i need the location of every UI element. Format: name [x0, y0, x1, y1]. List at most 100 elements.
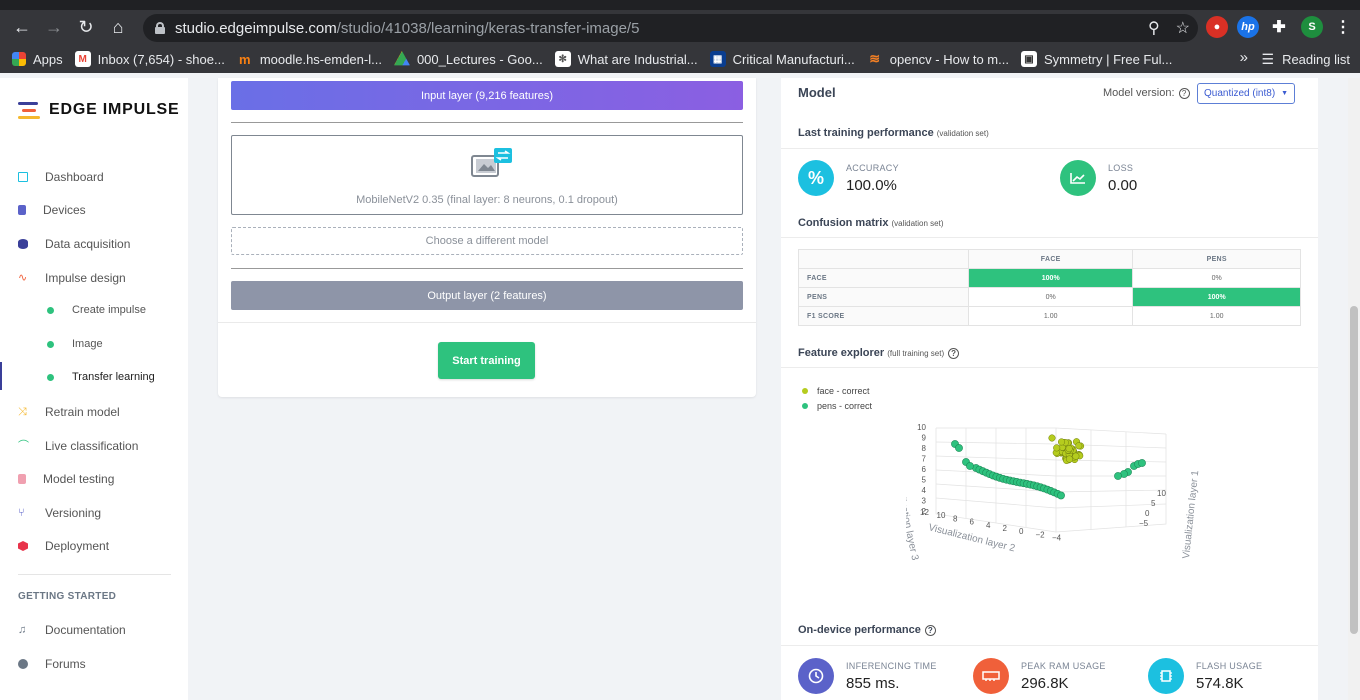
- bookmark-label: What are Industrial...: [577, 51, 698, 67]
- bookmark-opencv[interactable]: ≋ opencv - How to m...: [867, 51, 1009, 67]
- sidebar-item-live-classification[interactable]: ⌒ Live classification: [18, 439, 138, 453]
- bookmark-gmail[interactable]: M Inbox (7,654) - shoe...: [74, 51, 225, 67]
- input-layer-block[interactable]: Input layer (9,216 features): [231, 81, 743, 110]
- bookmark-lectures[interactable]: 000_Lectures - Goo...: [393, 51, 543, 67]
- model-version-label: Model version: ?: [1103, 87, 1190, 99]
- back-arrow-icon[interactable]: ←: [6, 14, 38, 42]
- sidebar-item-image[interactable]: Image: [47, 338, 103, 350]
- choose-model-button[interactable]: Choose a different model: [231, 227, 743, 255]
- tab-strip: [0, 0, 1360, 10]
- bookmark-label: opencv - How to m...: [889, 51, 1009, 67]
- help-icon[interactable]: ?: [924, 625, 936, 636]
- brand-logo[interactable]: EDGE IMPULSE: [18, 101, 180, 119]
- home-icon[interactable]: ⌂: [102, 14, 134, 42]
- sidebar-item-forums[interactable]: Forums: [18, 657, 86, 671]
- help-icon[interactable]: ?: [1178, 87, 1190, 99]
- bookmark-moodle[interactable]: m moodle.hs-emden-l...: [237, 51, 382, 67]
- bookmark-industrial[interactable]: ✻ What are Industrial...: [554, 51, 698, 67]
- bookmark-apps[interactable]: Apps: [12, 52, 63, 67]
- feature-explorer-3d-plot[interactable]: 1098765432 12 10 8 6 4 2 0 −2 −4 1050−5 Visualiz…: [906, 414, 1216, 564]
- axis-tick-label: 7: [922, 455, 927, 464]
- sidebar-item-deployment[interactable]: Deployment: [18, 539, 109, 553]
- bookmark-label: moodle.hs-emden-l...: [259, 51, 382, 67]
- section-divider: [781, 237, 1318, 238]
- scrollbar-thumb[interactable]: [1350, 306, 1358, 634]
- bookmark-symmetry[interactable]: ▣ Symmetry | Free Ful...: [1020, 51, 1172, 67]
- reload-icon[interactable]: ↻: [70, 14, 102, 42]
- row-header: PENS: [798, 287, 969, 307]
- sidebar: EDGE IMPULSE Dashboard Devices Data acqu…: [0, 78, 188, 700]
- data-point: [1138, 459, 1146, 467]
- axis-tick-label: 0: [1019, 527, 1024, 536]
- hp-extension-icon[interactable]: hp: [1237, 16, 1259, 38]
- address-bar[interactable]: studio.edgeimpulse.com/studio/41038/lear…: [143, 14, 1198, 42]
- bookmark-label: Apps: [33, 51, 63, 67]
- sidebar-item-data-acquisition[interactable]: Data acquisition: [18, 237, 130, 251]
- chat-bubbles-icon: [18, 659, 28, 669]
- book-icon: ♫: [18, 624, 27, 636]
- branch-icon: ⑂: [18, 507, 25, 519]
- package-icon: [18, 541, 28, 551]
- metric-label: LOSS: [1108, 162, 1134, 173]
- axis-tick-label: −5: [1139, 519, 1149, 528]
- metric-label: ACCURACY: [846, 162, 899, 173]
- help-icon[interactable]: ?: [948, 348, 960, 359]
- data-point: [1053, 444, 1061, 452]
- page-scrollbar[interactable]: [1348, 78, 1360, 700]
- browser-menu-icon[interactable]: ⋮: [1332, 16, 1354, 38]
- sidebar-item-transfer-learning[interactable]: Transfer learning: [47, 371, 155, 383]
- sidebar-item-documentation[interactable]: ♫ Documentation: [18, 623, 126, 637]
- legend-swatch: [802, 403, 808, 409]
- section-title: Last training performance: [798, 127, 934, 139]
- more-bookmarks-icon[interactable]: »: [1240, 49, 1248, 66]
- model-block[interactable]: MobileNetV2 0.35 (final layer: 8 neurons…: [231, 135, 743, 215]
- lock-icon: [155, 22, 165, 34]
- sidebar-item-versioning[interactable]: ⑂ Versioning: [18, 506, 101, 520]
- section-divider: [781, 148, 1318, 149]
- sidebar-item-model-testing[interactable]: Model testing: [18, 472, 114, 486]
- url-path: /studio/41038/learning/keras-transfer-im…: [336, 19, 640, 37]
- table-row: F1 SCORE 1.00 1.00: [798, 306, 1301, 326]
- legend-label: face - correct: [817, 386, 870, 396]
- section-divider: [781, 367, 1318, 368]
- axis-tick-label: 12: [920, 508, 929, 517]
- axis-tick-label: 5: [1151, 499, 1156, 508]
- bookmark-star-icon[interactable]: ☆: [1176, 18, 1190, 38]
- start-training-button[interactable]: Start training: [438, 342, 535, 379]
- legend-swatch: [802, 388, 808, 394]
- matrix-cell: 100%: [967, 268, 1134, 288]
- extensions-puzzle-icon[interactable]: ✚: [1268, 16, 1290, 38]
- metric-label: INFERENCING TIME: [846, 660, 937, 671]
- profile-avatar[interactable]: S: [1301, 16, 1323, 38]
- sidebar-item-label: Retrain model: [45, 405, 120, 419]
- page-icon: ▣: [1020, 51, 1037, 67]
- reading-list-button[interactable]: ☰ Reading list: [1262, 51, 1351, 68]
- legend-item-face[interactable]: face - correct: [802, 386, 870, 396]
- bookmark-label: 000_Lectures - Goo...: [416, 51, 543, 67]
- column-header: PENS: [1132, 249, 1301, 269]
- moodle-icon: m: [239, 51, 251, 67]
- forward-arrow-icon[interactable]: →: [38, 14, 70, 42]
- bookmark-critical[interactable]: ▦ Critical Manufacturi...: [709, 51, 855, 67]
- bookmark-label: Critical Manufacturi...: [732, 51, 855, 67]
- sidebar-item-retrain-model[interactable]: ⤨ Retrain model: [18, 405, 120, 419]
- status-dot-icon: [47, 340, 54, 348]
- sidebar-item-devices[interactable]: Devices: [18, 203, 86, 217]
- sidebar-item-create-impulse[interactable]: Create impulse: [47, 304, 146, 316]
- axis-tick-label: 10: [917, 423, 926, 432]
- extension-red-icon[interactable]: ●: [1206, 16, 1228, 38]
- sidebar-item-impulse-design[interactable]: ∿ Impulse design: [18, 271, 126, 285]
- model-version-select[interactable]: Quantized (int8) ▼: [1197, 83, 1295, 104]
- sidebar-item-label: Versioning: [45, 506, 102, 520]
- chip-icon: [1148, 658, 1184, 694]
- legend-item-pens[interactable]: pens - correct: [802, 401, 872, 411]
- sidebar-item-label: Dashboard: [45, 170, 104, 184]
- brand-name: EDGE IMPULSE: [49, 101, 180, 118]
- zoom-search-icon[interactable]: ⚲: [1148, 18, 1160, 38]
- database-icon: [18, 239, 28, 249]
- shuffle-icon: ⤨: [18, 406, 27, 418]
- matrix-cell: 1.00: [967, 306, 1134, 326]
- table-header-row: FACE PENS: [798, 249, 1301, 269]
- output-layer-block[interactable]: Output layer (2 features): [231, 281, 743, 310]
- sidebar-item-dashboard[interactable]: Dashboard: [18, 170, 104, 184]
